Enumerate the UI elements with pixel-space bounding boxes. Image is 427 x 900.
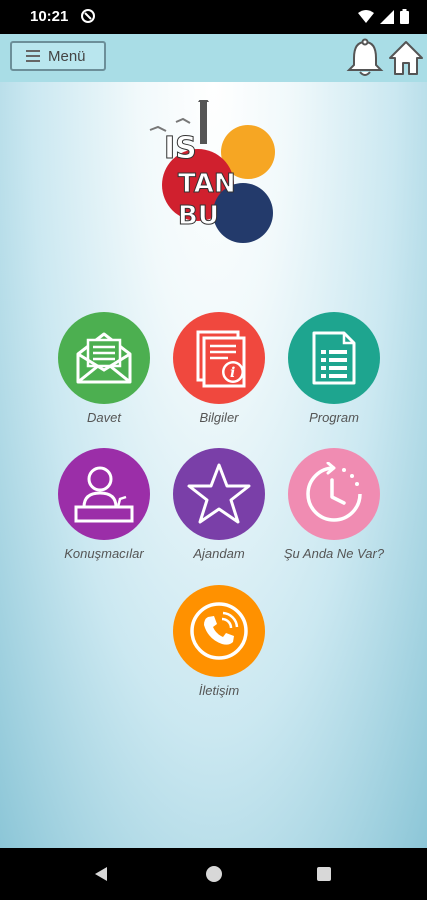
tile-konusmacilar[interactable]: Konuşmacılar <box>44 448 164 561</box>
tile-iletisim-label: İletişim <box>198 683 240 698</box>
status-icons <box>358 9 409 24</box>
tile-ajandam[interactable]: Ajandam <box>159 448 279 561</box>
tile-program-circle[interactable] <box>288 312 380 404</box>
tile-program-label: Program <box>309 410 359 425</box>
tile-su-anda-ne-var-label: Şu Anda Ne Var? <box>283 546 385 561</box>
data-saver-icon <box>81 9 95 23</box>
tile-iletisim[interactable]: İletişim <box>159 585 279 698</box>
envelope-icon <box>76 332 132 384</box>
svg-text:i: i <box>230 365 235 381</box>
nav-home-icon[interactable] <box>206 866 222 882</box>
tile-su-anda-ne-var[interactable]: Şu Anda Ne Var? <box>274 448 394 561</box>
home-icon[interactable] <box>388 39 424 77</box>
status-time: 10:21 <box>30 8 69 25</box>
svg-text:TAN: TAN <box>178 169 236 199</box>
speaker-icon <box>74 466 134 523</box>
nav-recents-icon[interactable] <box>317 867 331 881</box>
tile-su-anda-ne-var-circle[interactable] <box>288 448 380 540</box>
nav-back-icon[interactable] <box>95 867 107 881</box>
istanbul-logo: IS TAN BU <box>149 100 275 243</box>
top-bar: Menü <box>0 34 427 82</box>
menu-button[interactable]: Menü <box>10 41 106 71</box>
system-nav-bar <box>0 848 427 900</box>
hamburger-icon <box>26 50 40 62</box>
tile-konusmacilar-label: Konuşmacılar <box>64 546 144 561</box>
menu-label: Menü <box>48 47 86 65</box>
main-area: IS TAN BU Davet i Bilgiler Program Konuş… <box>0 82 427 848</box>
battery-icon <box>400 9 409 24</box>
svg-text:IS: IS <box>164 131 197 166</box>
tile-bilgiler-circle[interactable]: i <box>173 312 265 404</box>
tile-ajandam-circle[interactable] <box>173 448 265 540</box>
status-bar: 10:21 <box>0 0 427 34</box>
program-list-icon <box>312 331 356 385</box>
phone-icon <box>190 602 248 660</box>
tile-ajandam-label: Ajandam <box>193 546 245 561</box>
tile-iletisim-circle[interactable] <box>173 585 265 677</box>
tile-konusmacilar-circle[interactable] <box>58 448 150 540</box>
signal-icon <box>380 9 394 24</box>
tile-bilgiler[interactable]: i Bilgiler <box>159 312 279 425</box>
wifi-icon <box>358 9 374 23</box>
tile-program[interactable]: Program <box>274 312 394 425</box>
clock-icon <box>306 462 362 522</box>
tile-davet[interactable]: Davet <box>44 312 164 425</box>
tile-davet-circle[interactable] <box>58 312 150 404</box>
tile-bilgiler-label: Bilgiler <box>199 410 239 425</box>
bell-icon[interactable] <box>346 38 384 78</box>
document-info-icon: i <box>196 330 246 388</box>
tile-davet-label: Davet <box>87 410 121 425</box>
star-icon <box>187 463 251 524</box>
svg-text:BU: BU <box>178 201 219 231</box>
